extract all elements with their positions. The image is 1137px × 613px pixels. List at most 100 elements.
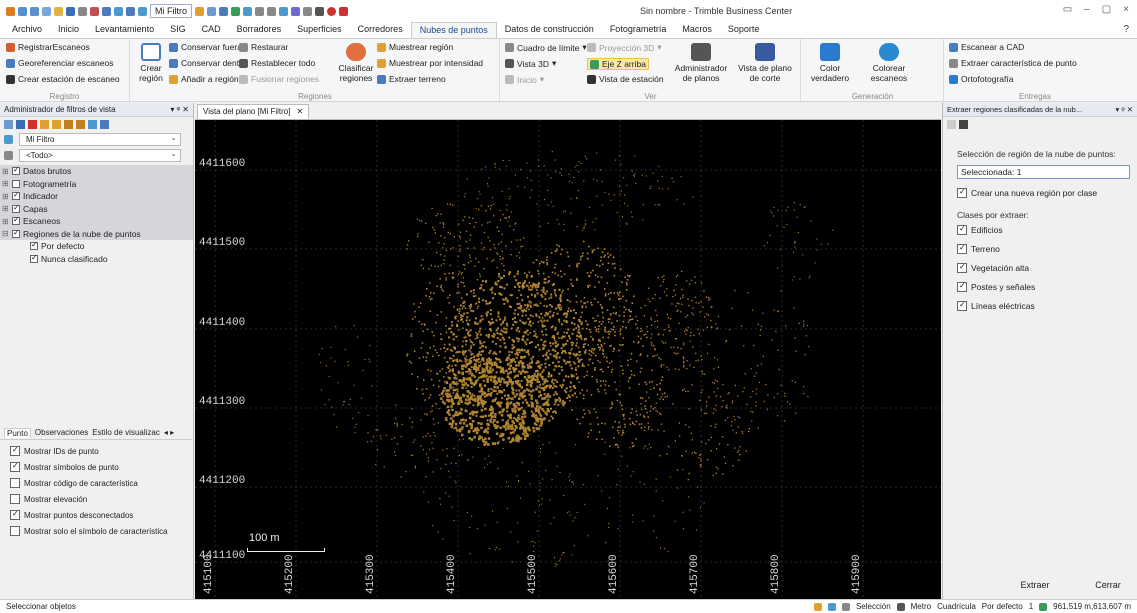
- escanear-cad-button[interactable]: Escanear a CAD: [949, 42, 1024, 52]
- property-tab[interactable]: Observaciones: [35, 428, 88, 437]
- filter-manager-icon[interactable]: [195, 6, 204, 16]
- tab-close-icon[interactable]: ✕: [296, 105, 303, 119]
- menu-0[interactable]: Archivo: [4, 22, 50, 38]
- menu-7[interactable]: Corredores: [350, 22, 411, 38]
- open-icon[interactable]: [54, 6, 63, 16]
- minimize-icon[interactable]: –: [1084, 4, 1090, 15]
- property-tab[interactable]: Estilo de visualizac: [92, 428, 160, 437]
- restore-icon[interactable]: ▭: [1063, 4, 1072, 15]
- menu-1[interactable]: Inicio: [50, 22, 87, 38]
- class-checkbox[interactable]: [957, 224, 967, 235]
- inicio-button[interactable]: Inicio ▾: [505, 74, 544, 85]
- close-icon[interactable]: ×: [1123, 4, 1129, 15]
- point-option[interactable]: Mostrar código de característica: [10, 475, 168, 491]
- class-row[interactable]: Líneas eléctricas: [957, 296, 1123, 315]
- color-verdadero-button[interactable]: Color verdadero: [808, 43, 852, 83]
- tree-item[interactable]: ⊞ Escaneos: [0, 215, 193, 228]
- view-icon[interactable]: [126, 6, 135, 16]
- class-checkbox[interactable]: [957, 281, 967, 292]
- property-tab[interactable]: Punto: [4, 427, 31, 438]
- units-status[interactable]: Metro: [911, 600, 931, 613]
- point-option-checkbox[interactable]: [10, 526, 20, 536]
- filter-c-icon[interactable]: [64, 119, 73, 129]
- point-option[interactable]: Mostrar elevación: [10, 491, 168, 507]
- class-row[interactable]: Terreno: [957, 239, 1123, 258]
- menu-5[interactable]: Borradores: [229, 22, 290, 38]
- snap-status-icon[interactable]: [813, 602, 822, 611]
- redo-icon[interactable]: [30, 6, 39, 16]
- tree-item[interactable]: ⊞ Indicador: [0, 190, 193, 203]
- plan-view-tab[interactable]: Vista del plano [Mi Filtro] ✕: [197, 104, 310, 119]
- class-checkbox[interactable]: [957, 300, 967, 311]
- class-checkbox[interactable]: [957, 243, 967, 254]
- filter-save-icon[interactable]: [16, 119, 25, 129]
- filter-f-icon[interactable]: [100, 119, 109, 129]
- clasificar-regiones-button[interactable]: Clasificar regiones: [338, 43, 374, 83]
- menu-12[interactable]: Soporte: [720, 22, 768, 38]
- conservar-dentro-button[interactable]: Conservar dentro: [169, 58, 247, 68]
- extract-button[interactable]: Extraer: [1003, 577, 1067, 595]
- registrar-escaneos-button[interactable]: RegistrarEscaneos: [6, 42, 90, 52]
- point-option-checkbox[interactable]: [10, 461, 20, 472]
- tree-checkbox[interactable]: [12, 203, 20, 213]
- administrador-planos-button[interactable]: Administrador de planos: [671, 43, 731, 83]
- point-option-checkbox[interactable]: [10, 478, 20, 488]
- tab-scroll-icon[interactable]: ◂ ▸: [164, 428, 174, 437]
- menu-9[interactable]: Datos de construcción: [497, 22, 602, 38]
- fusionar-regiones-button[interactable]: Fusionar regiones: [239, 74, 319, 84]
- line-icon[interactable]: [231, 6, 240, 16]
- eje-z-arriba-button[interactable]: Eje Z arriba: [587, 58, 649, 70]
- record-icon[interactable]: [327, 6, 336, 16]
- menu-11[interactable]: Macros: [674, 22, 720, 38]
- grid-icon[interactable]: [315, 6, 324, 16]
- class-row[interactable]: Edificios: [957, 220, 1123, 239]
- conservar-fuera-button[interactable]: Conservar fuera: [169, 42, 242, 52]
- measure-icon[interactable]: [267, 6, 276, 16]
- tree-subitem-checkbox[interactable]: [30, 253, 38, 263]
- menu-4[interactable]: CAD: [194, 22, 229, 38]
- expand-icon[interactable]: ⊞: [2, 179, 9, 188]
- select-icon[interactable]: [114, 6, 123, 16]
- save-icon[interactable]: [66, 6, 75, 16]
- cuadro-limite-button[interactable]: Cuadro de límite ▾: [505, 42, 587, 53]
- stop-icon[interactable]: [959, 119, 968, 129]
- colorear-escaneos-button[interactable]: Colorear escaneos: [864, 43, 914, 83]
- ortofotografia-button[interactable]: Ortofotografía: [949, 74, 1013, 84]
- menu-3[interactable]: SIG: [162, 22, 194, 38]
- crear-region-checkbox[interactable]: [957, 187, 967, 198]
- expand-icon[interactable]: ⊟: [2, 229, 9, 238]
- crear-region-checkbox-row[interactable]: Crear una nueva región por clase: [957, 183, 1123, 202]
- filter-delete-icon[interactable]: [28, 119, 37, 129]
- selection-status[interactable]: Selección: [856, 600, 891, 613]
- point-icon[interactable]: [291, 6, 300, 16]
- vista-estacion-button[interactable]: Vista de estación: [587, 74, 664, 84]
- filter-b-icon[interactable]: [52, 119, 61, 129]
- proyeccion-3d-button[interactable]: Proyección 3D ▾: [587, 42, 662, 53]
- right-panel-close-icon[interactable]: ▾ ᵠ ✕: [1115, 103, 1133, 116]
- tool-icon[interactable]: [303, 6, 312, 16]
- tree-item[interactable]: ⊞ Fotogrametría: [0, 177, 193, 190]
- tree-checkbox[interactable]: [12, 179, 20, 188]
- restablecer-todo-button[interactable]: Restablecer todo: [239, 58, 315, 68]
- point-option[interactable]: Mostrar símbolos de punto: [10, 459, 168, 475]
- restaurar-button[interactable]: Restaurar: [239, 42, 288, 52]
- tree-subitem[interactable]: Por defecto: [0, 240, 193, 253]
- circle-icon[interactable]: [243, 6, 252, 16]
- scope-dropdown[interactable]: <Todo>: [19, 148, 181, 162]
- snap-icon[interactable]: [219, 6, 228, 16]
- tree-checkbox[interactable]: [12, 165, 20, 176]
- filter-a-icon[interactable]: [40, 119, 49, 129]
- crear-estacion-button[interactable]: Crear estación de escaneo: [6, 74, 120, 84]
- class-row[interactable]: Vegetación alta: [957, 258, 1123, 277]
- ortho-status-icon[interactable]: [841, 602, 850, 611]
- scale-icon[interactable]: [279, 6, 288, 16]
- pin-icon[interactable]: [947, 119, 956, 129]
- box-icon[interactable]: [255, 6, 264, 16]
- maximize-icon[interactable]: ▢: [1102, 4, 1111, 15]
- class-row[interactable]: Postes y señales: [957, 277, 1123, 296]
- default-status[interactable]: Por defecto: [982, 600, 1023, 613]
- panel-close-icon[interactable]: ▾ ᵠ ✕: [170, 103, 189, 116]
- point-option[interactable]: Mostrar solo el símbolo de característic…: [10, 523, 168, 539]
- expand-icon[interactable]: ⊞: [2, 204, 9, 213]
- selection-input[interactable]: Seleccionada: 1: [957, 165, 1130, 179]
